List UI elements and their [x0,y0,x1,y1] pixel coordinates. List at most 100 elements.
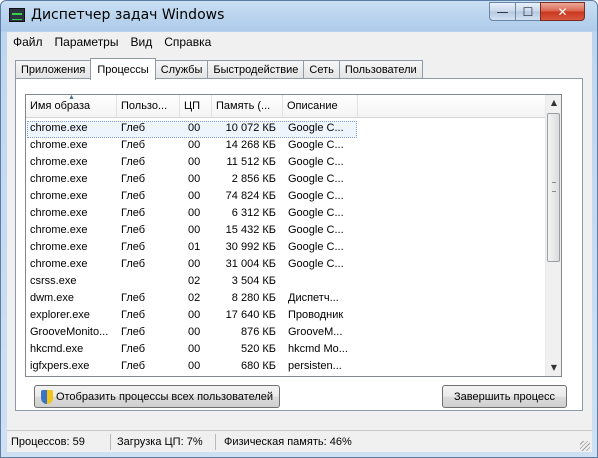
close-button[interactable]: ✕ [540,2,585,21]
status-bar: Процессов: 59 Загрузка ЦП: 7% Физическая… [7,430,592,453]
table-row[interactable]: igfxpers.exe Глеб 00 680 КБ persisten... [26,359,545,376]
tab[interactable]: Пользователи [338,60,423,79]
cell-memory: 30 992 КБ [225,241,276,253]
uac-shield-icon [40,389,53,404]
cell-description: persisten... [288,360,342,372]
cell-description: Диспетч... [288,292,339,304]
table-row[interactable]: chrome.exe Глеб 00 74 824 КБ Google C... [26,189,545,206]
status-process-count: Процессов: 59 [7,434,111,450]
cell-description: Проводник [288,309,344,321]
cell-memory: 8 280 КБ [231,292,276,304]
cell-cpu: 02 [188,275,201,287]
table-row[interactable]: chrome.exe Глеб 00 15 432 КБ Google C... [26,223,545,240]
cell-cpu: 00 [188,190,201,202]
maximize-button[interactable]: ☐ [515,2,541,21]
cell-description: Google C... [288,173,344,185]
scroll-down-arrow-icon[interactable]: ▼ [546,360,561,376]
table-row[interactable]: chrome.exe Глеб 01 30 992 КБ Google C... [26,240,545,257]
cell-description: Google C... [288,207,344,219]
column-header-image-name[interactable]: ▲ Имя образа [26,95,117,117]
scroll-up-arrow-icon[interactable]: ▲ [546,95,561,111]
cell-cpu: 00 [188,258,201,270]
minimize-button[interactable]: — [489,2,516,21]
cell-description: Google C... [288,139,344,151]
cell-user: Глеб [121,224,146,236]
grip-icon [552,182,556,192]
column-header-description[interactable]: Описание [283,95,358,117]
cell-user: Глеб [121,122,146,134]
cell-image-name: csrss.exe [30,275,77,287]
resize-grip-icon[interactable] [580,441,590,451]
cell-image-name: chrome.exe [30,156,88,168]
column-header-cpu[interactable]: ЦП [180,95,212,117]
status-physical-memory: Физическая память: 46% [224,436,352,448]
process-rows: chrome.exe Глеб 00 10 072 КБ Google C... chro… [26,121,545,376]
cell-description: Google C... [288,156,344,168]
cell-cpu: 00 [188,173,201,185]
cell-image-name: chrome.exe [30,224,88,236]
menu-item[interactable]: Вид [124,35,158,49]
cell-user: Глеб [121,360,146,372]
cell-description: Google C... [288,241,344,253]
table-row[interactable]: explorer.exe Глеб 00 17 640 КБ Проводник [26,308,545,325]
cell-cpu: 00 [188,309,201,321]
table-row[interactable]: chrome.exe Глеб 00 31 004 КБ Google C... [26,257,545,274]
table-row[interactable]: dwm.exe Глеб 02 8 280 КБ Диспетч... [26,291,545,308]
tab[interactable]: Приложения [15,60,92,79]
show-all-processes-button[interactable]: Отобразить процессы всех пользователей [34,385,280,408]
cell-cpu: 00 [188,224,201,236]
end-process-button[interactable]: Завершить процесс [442,385,567,408]
cell-user: Глеб [121,326,146,338]
cell-user: Глеб [121,207,146,219]
process-list[interactable]: ▲ Имя образа Пользо... ЦП Память (... Оп… [25,94,562,377]
table-row[interactable]: chrome.exe Глеб 00 6 312 КБ Google C... [26,206,545,223]
tab[interactable]: Процессы [90,58,156,80]
cell-cpu: 00 [188,343,201,355]
title-bar[interactable]: Диспетчер задач Windows — ☐ ✕ [1,1,597,31]
table-row[interactable]: GrooveMonito... Глеб 00 876 КБ GrooveM... [26,325,545,342]
cell-image-name: dwm.exe [30,292,75,304]
vertical-scrollbar[interactable]: ▲ ▼ [545,95,561,376]
cell-cpu: 00 [188,122,201,134]
cell-image-name: explorer.exe [30,309,90,321]
cell-cpu: 01 [188,241,201,253]
cell-image-name: chrome.exe [30,122,88,134]
cell-user: Глеб [121,190,146,202]
menu-item[interactable]: Файл [7,35,49,49]
cell-memory: 520 КБ [240,343,276,355]
cell-description: GrooveM... [288,326,343,338]
cell-image-name: chrome.exe [30,207,88,219]
client-area: Приложения Процессы Службы Быстродействие Се… [7,52,592,452]
menu-item[interactable]: Справка [158,35,217,49]
table-row[interactable]: hkcmd.exe Глеб 00 520 КБ hkcmd Mo... [26,342,545,359]
cell-memory: 74 824 КБ [225,190,276,202]
cell-memory: 15 432 КБ [225,224,276,236]
menu-item[interactable]: Параметры [49,35,125,49]
cell-image-name: chrome.exe [30,190,88,202]
table-row[interactable]: chrome.exe Глеб 00 14 268 КБ Google C... [26,138,545,155]
table-row[interactable]: chrome.exe Глеб 00 2 856 КБ Google C... [26,172,545,189]
cell-user: Глеб [121,309,146,321]
window-title: Диспетчер задач Windows [31,7,225,23]
tab[interactable]: Сеть [303,60,340,79]
cell-memory: 10 072 КБ [225,122,276,134]
cell-user: Глеб [121,173,146,185]
cell-user: Глеб [121,343,146,355]
cell-memory: 11 512 КБ [226,156,276,168]
task-manager-window: Диспетчер задач Windows — ☐ ✕ Файл Параме… [0,0,598,458]
column-header-memory[interactable]: Память (... [212,95,283,117]
tab[interactable]: Службы [154,60,209,79]
cell-memory: 2 856 КБ [231,173,276,185]
table-row[interactable]: chrome.exe Глеб 00 10 072 КБ Google C... [26,121,545,138]
column-headers: ▲ Имя образа Пользо... ЦП Память (... Оп… [26,95,545,118]
tab[interactable]: Быстродействие [207,60,305,79]
table-row[interactable]: csrss.exe 02 3 504 КБ [26,274,545,291]
cell-memory: 876 КБ [240,326,276,338]
table-row[interactable]: chrome.exe Глеб 00 11 512 КБ Google C... [26,155,545,172]
cell-user: Глеб [121,292,146,304]
cell-user: Глеб [121,156,146,168]
scrollbar-thumb[interactable] [547,113,560,262]
cell-memory: 6 312 КБ [231,207,276,219]
column-header-user[interactable]: Пользо... [117,95,180,117]
tab-strip: Приложения Процессы Службы Быстродействие Се… [15,58,423,80]
